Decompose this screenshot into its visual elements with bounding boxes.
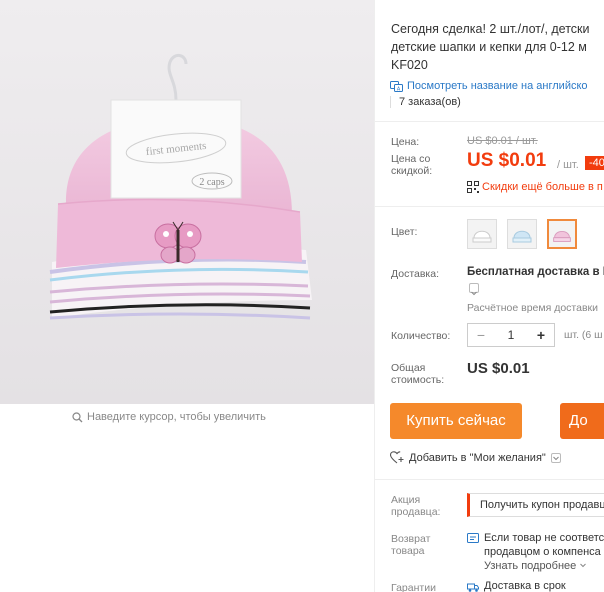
- returns-info: Если товар не соответс продавцом о компе…: [467, 531, 604, 573]
- product-details: Сегодня сделка! 2 шт./лот/, детски детск…: [375, 0, 604, 592]
- quantity-unit: шт. (6 ш: [564, 329, 603, 341]
- add-to-wishlist-link[interactable]: Добавить в "Мои желания": [390, 451, 561, 464]
- returns-more-link[interactable]: Узнать подробнее: [484, 559, 604, 573]
- quantity-increase-button[interactable]: +: [528, 324, 554, 346]
- zoom-hint: Наведите курсор, чтобы увеличить: [72, 411, 266, 423]
- product-title-line: Сегодня сделка! 2 шт./лот/, детски: [391, 22, 590, 36]
- product-title: Сегодня сделка! 2 шт./лот/, детски детск…: [391, 20, 604, 74]
- total-label-line: Общая: [391, 362, 426, 374]
- shipping-label: Доставка:: [391, 268, 440, 280]
- heart-plus-icon: [390, 451, 404, 464]
- add-to-cart-button[interactable]: До: [560, 403, 604, 439]
- white-hat-thumbnail-icon: [468, 220, 496, 248]
- returns-text: Если товар не соответс: [484, 532, 604, 544]
- shipping-estimate: Расчётное время доставки: [467, 302, 599, 314]
- seller-promo-label-line: Акция: [391, 494, 421, 506]
- divider: [375, 479, 604, 480]
- price-label: Цена:: [391, 136, 420, 148]
- total-label: Общая стоимость:: [391, 362, 444, 386]
- qr-code-icon: [467, 181, 479, 193]
- total-price: US $0.01: [467, 360, 530, 377]
- magnifier-icon: [72, 411, 83, 422]
- returns-label-line: Возврат: [391, 533, 431, 545]
- chevron-down-icon: [471, 291, 477, 296]
- price-unit: / шт.: [557, 159, 579, 171]
- color-swatch-pink[interactable]: [547, 219, 577, 249]
- translate-icon: A: [390, 80, 403, 92]
- discount-badge: -40: [585, 156, 604, 170]
- orders-count: 7 заказа(ов): [390, 96, 461, 108]
- product-image[interactable]: first moments 2 caps: [0, 0, 374, 404]
- translate-title-link[interactable]: A Посмотреть название на английско: [390, 80, 588, 92]
- wishlist-dropdown-toggle[interactable]: [550, 452, 561, 463]
- chevron-down-icon: [580, 563, 587, 568]
- quantity-input[interactable]: 1: [494, 324, 528, 346]
- buy-now-button[interactable]: Купить сейчас: [390, 403, 522, 439]
- divider: [375, 121, 604, 122]
- discount-price-label-line: Цена со: [391, 153, 431, 165]
- delivery-truck-icon: [467, 583, 479, 592]
- discount-price-label-line: скидкой:: [391, 165, 433, 177]
- seller-promo-label-line: продавца:: [391, 506, 441, 518]
- shipping-method: Бесплатная доставка в Ru: [467, 266, 604, 278]
- discount-price-label: Цена со скидкой:: [391, 153, 432, 177]
- quantity-stepper: − 1 +: [467, 323, 555, 347]
- quantity-decrease-button[interactable]: −: [468, 324, 494, 346]
- discount-price: US $0.01: [467, 150, 547, 171]
- svg-text:2 caps: 2 caps: [199, 177, 224, 188]
- total-label-line: стоимость:: [391, 374, 445, 386]
- seller-promo-label: Акция продавца:: [391, 494, 440, 518]
- return-policy-icon: [467, 533, 479, 543]
- pink-hat-thumbnail-icon: [549, 221, 575, 247]
- returns-label-line: товара: [391, 545, 425, 557]
- color-swatch-blue[interactable]: [507, 219, 537, 249]
- wishlist-label: Добавить в "Мои желания": [409, 451, 546, 464]
- guarantee-label: Гарантии: [391, 582, 436, 592]
- chevron-down-icon: [552, 456, 559, 460]
- divider: [375, 206, 604, 207]
- returns-more-label: Узнать подробнее: [484, 560, 577, 572]
- zoom-hint-text: Наведите курсор, чтобы увеличить: [87, 411, 266, 423]
- product-title-line: детские шапки и кепки для 0-12 м: [391, 40, 587, 54]
- color-label: Цвет:: [391, 226, 418, 238]
- returns-text: продавцом о компенса: [484, 546, 601, 558]
- app-promo-link[interactable]: Скидки ещё больше в п: [467, 181, 603, 193]
- quantity-label: Количество:: [391, 330, 451, 342]
- guarantee-value: Доставка в срок: [484, 580, 566, 592]
- translate-title-label: Посмотреть название на английско: [407, 80, 588, 92]
- original-price: US $0.01 / шт.: [467, 135, 538, 147]
- guarantee-info: Доставка в срок: [467, 580, 566, 592]
- blue-hat-thumbnail-icon: [508, 220, 536, 248]
- app-promo-text: Скидки ещё больше в п: [482, 181, 603, 193]
- seller-coupon-button[interactable]: Получить купон продавц: [467, 493, 604, 517]
- product-title-line: KF020: [391, 58, 428, 72]
- shipping-options-toggle[interactable]: [469, 283, 479, 296]
- returns-label: Возврат товара: [391, 533, 430, 557]
- color-swatch-white[interactable]: [467, 219, 497, 249]
